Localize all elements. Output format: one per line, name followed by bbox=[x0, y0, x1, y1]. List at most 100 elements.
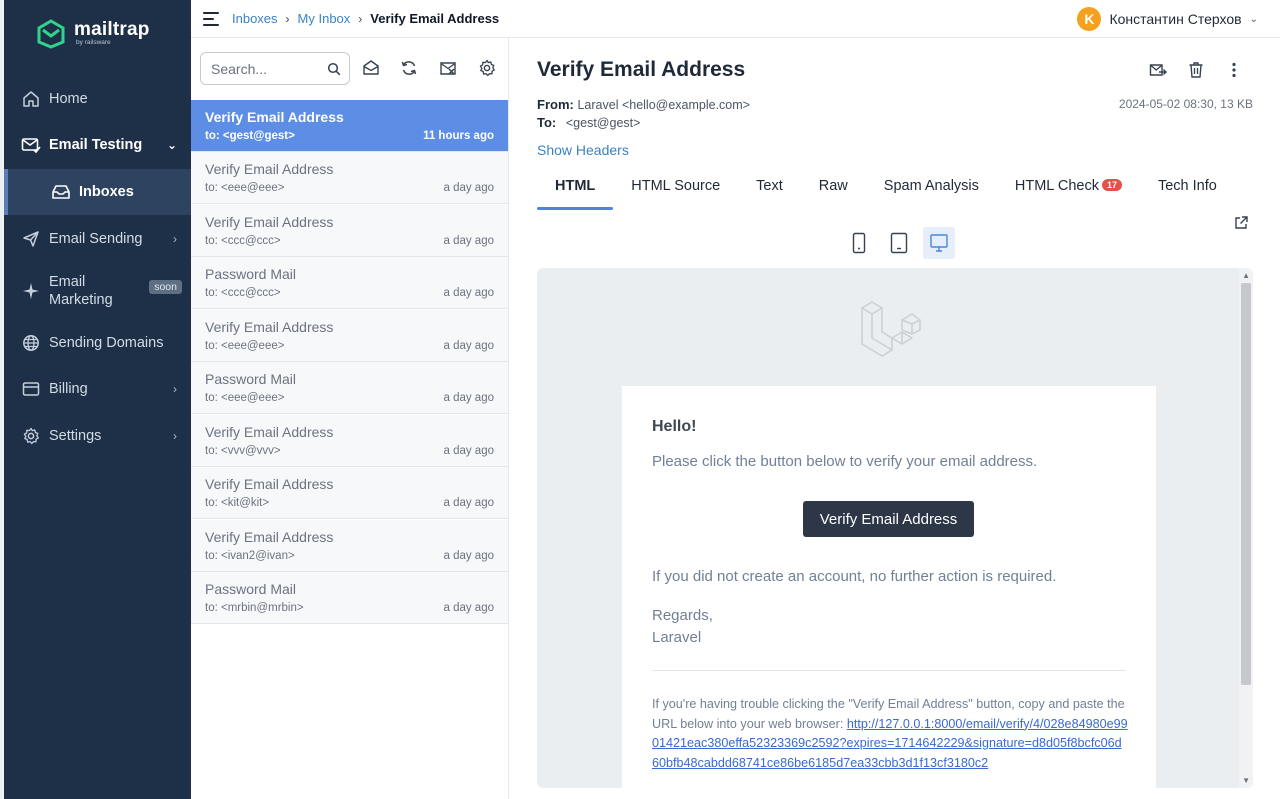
email-trouble-text: If you're having trouble clicking the "V… bbox=[652, 695, 1128, 773]
mailtrap-logo[interactable]: mailtrap by railsware bbox=[36, 19, 150, 49]
message-to: to: <ccc@ccc> bbox=[205, 287, 281, 299]
email-intro: Please click the button below to verify … bbox=[652, 453, 1038, 470]
sidebar-item-label: Sending Domains bbox=[49, 335, 164, 351]
message-row[interactable]: Verify Email Address to: <ccc@ccc> a day… bbox=[191, 205, 508, 257]
message-time: a day ago bbox=[443, 392, 494, 404]
sidebar-item-email-marketing[interactable]: Email Marketing soon bbox=[4, 268, 191, 314]
chevron-down-icon: ⌄ bbox=[166, 138, 177, 152]
to-line: To: <gest@gest> bbox=[537, 115, 640, 130]
message-time: a day ago bbox=[443, 182, 494, 194]
message-row[interactable]: Verify Email Address to: <eee@eee> a day… bbox=[191, 152, 508, 204]
show-headers-link[interactable]: Show Headers bbox=[537, 142, 629, 158]
tab-label: Spam Analysis bbox=[883, 178, 979, 194]
menu-icon[interactable] bbox=[203, 11, 219, 26]
desktop-view-icon[interactable] bbox=[923, 227, 955, 259]
tab-label: HTML bbox=[555, 178, 596, 194]
message-to: to: <ccc@ccc> bbox=[205, 235, 281, 247]
search-box[interactable] bbox=[200, 52, 350, 85]
message-to: to: <ivan2@ivan> bbox=[205, 550, 295, 562]
tab-spam-analysis[interactable]: Spam Analysis bbox=[866, 170, 997, 210]
chevron-right-icon: › bbox=[285, 11, 290, 26]
message-row[interactable]: Verify Email Address to: <gest@gest> 11 … bbox=[191, 100, 508, 152]
message-row[interactable]: Password Mail to: <ccc@ccc> a day ago bbox=[191, 257, 508, 309]
tab-label: Tech Info bbox=[1157, 178, 1217, 194]
inbox-icon bbox=[51, 182, 71, 202]
breadcrumb-inboxes[interactable]: Inboxes bbox=[232, 11, 278, 26]
email-greeting: Hello! bbox=[652, 418, 697, 435]
tab-raw[interactable]: Raw bbox=[801, 170, 866, 210]
scroll-up-icon[interactable]: ▲ bbox=[1242, 271, 1250, 280]
divider bbox=[652, 670, 1126, 671]
html-check-count-badge: 17 bbox=[1101, 179, 1122, 191]
tablet-view-icon[interactable] bbox=[883, 227, 915, 259]
sidebar-item-label: Settings bbox=[49, 428, 102, 444]
sidebar-item-home[interactable]: Home bbox=[4, 77, 191, 121]
home-icon bbox=[21, 89, 41, 109]
tab-html-source[interactable]: HTML Source bbox=[613, 170, 738, 210]
message-view: Verify Email Address From: Laravel <hell… bbox=[509, 38, 1280, 799]
sidebar-item-label: Email Sending bbox=[49, 231, 143, 247]
breadcrumb: Inboxes › My Inbox › Verify Email Addres… bbox=[232, 11, 499, 26]
tab-label: HTML Check bbox=[1014, 178, 1099, 194]
message-time: a day ago bbox=[443, 497, 494, 509]
clear-inbox-icon[interactable] bbox=[438, 58, 458, 78]
sidebar-item-email-testing[interactable]: Email Testing ⌄ bbox=[4, 123, 191, 167]
mark-read-icon[interactable] bbox=[361, 58, 381, 78]
mailtrap-logo-icon bbox=[37, 19, 65, 49]
message-row[interactable]: Password Mail to: <eee@eee> a day ago bbox=[191, 362, 508, 414]
sidebar-item-billing[interactable]: Billing › bbox=[4, 367, 191, 411]
sidebar-item-settings[interactable]: Settings › bbox=[4, 414, 191, 458]
globe-icon bbox=[21, 333, 41, 353]
forward-icon[interactable] bbox=[1148, 60, 1168, 80]
sidebar-item-label-line2: Marketing bbox=[49, 292, 113, 308]
breadcrumb-my-inbox[interactable]: My Inbox bbox=[298, 11, 351, 26]
chevron-right-icon: › bbox=[173, 232, 177, 246]
message-to: to: <vvv@vvv> bbox=[205, 445, 281, 457]
search-input[interactable] bbox=[211, 60, 321, 77]
soon-badge: soon bbox=[149, 280, 182, 294]
mobile-view-icon[interactable] bbox=[843, 227, 875, 259]
message-row[interactable]: Verify Email Address to: <vvv@vvv> a day… bbox=[191, 415, 508, 467]
sidebar-item-inboxes[interactable]: Inboxes bbox=[4, 169, 191, 215]
from-line: From: Laravel <hello@example.com> bbox=[537, 97, 750, 112]
message-subject: Verify Email Address bbox=[205, 161, 334, 177]
tab-html[interactable]: HTML bbox=[537, 170, 614, 210]
message-to: to: <eee@eee> bbox=[205, 392, 285, 404]
message-row[interactable]: Verify Email Address to: <kit@kit> a day… bbox=[191, 467, 508, 519]
message-row[interactable]: Password Mail to: <mrbin@mrbin> a day ag… bbox=[191, 572, 508, 624]
billing-icon bbox=[21, 379, 41, 399]
logo-sub: by railsware bbox=[76, 39, 111, 46]
tab-text[interactable]: Text bbox=[738, 170, 801, 210]
chevron-right-icon: › bbox=[173, 382, 177, 396]
chevron-down-icon: ⌄ bbox=[1249, 13, 1258, 25]
sidebar-item-label: Email bbox=[49, 274, 86, 290]
refresh-icon[interactable] bbox=[399, 58, 419, 78]
scroll-thumb[interactable] bbox=[1241, 283, 1251, 685]
tab-label: HTML Source bbox=[631, 178, 721, 194]
email-card: Hello! Please click the button below to … bbox=[622, 386, 1156, 788]
message-subject: Password Mail bbox=[205, 371, 297, 387]
trash-icon[interactable] bbox=[1186, 60, 1206, 80]
sidebar-item-label: Billing bbox=[49, 381, 88, 397]
send-icon bbox=[21, 229, 41, 249]
more-options-icon[interactable] bbox=[1224, 60, 1244, 80]
email-regards: Regards, Laravel bbox=[652, 605, 713, 649]
message-subject: Verify Email Address bbox=[205, 214, 334, 230]
message-subject: Verify Email Address bbox=[205, 476, 334, 492]
message-time: a day ago bbox=[443, 287, 494, 299]
external-link-icon[interactable] bbox=[1233, 215, 1249, 231]
message-subject: Password Mail bbox=[205, 581, 297, 597]
sidebar-item-sending-domains[interactable]: Sending Domains bbox=[4, 321, 191, 365]
preview-scrollbar[interactable]: ▲ ▼ bbox=[1239, 268, 1253, 788]
tab-html-check[interactable]: HTML Check 17 bbox=[997, 170, 1140, 210]
user-menu[interactable]: K Константин Стерхов ⌄ bbox=[1077, 7, 1258, 31]
message-row[interactable]: Verify Email Address to: <ivan2@ivan> a … bbox=[191, 520, 508, 572]
sidebar-item-email-sending[interactable]: Email Sending › bbox=[4, 217, 191, 261]
message-time: a day ago bbox=[443, 550, 494, 562]
gear-icon[interactable] bbox=[477, 58, 497, 78]
tab-tech-info[interactable]: Tech Info bbox=[1140, 170, 1235, 210]
scroll-down-icon[interactable]: ▼ bbox=[1242, 776, 1250, 785]
message-row[interactable]: Verify Email Address to: <eee@eee> a day… bbox=[191, 310, 508, 362]
search-icon[interactable] bbox=[327, 62, 341, 76]
verify-email-button[interactable]: Verify Email Address bbox=[803, 501, 974, 537]
